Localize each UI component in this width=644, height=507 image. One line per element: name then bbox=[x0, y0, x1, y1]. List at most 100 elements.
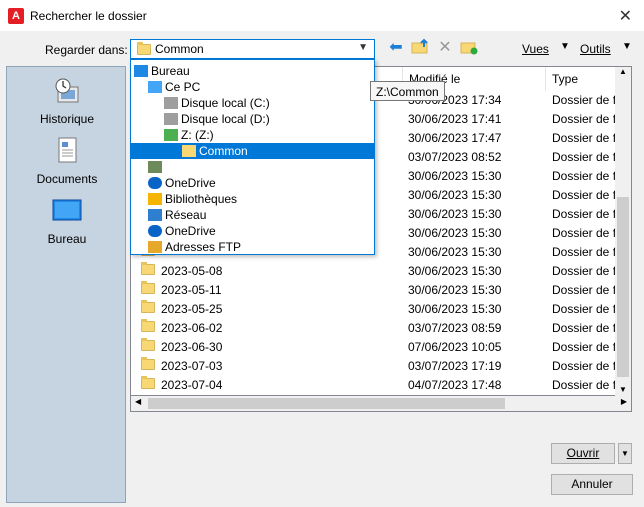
modified-cell: 30/06/2023 15:30 bbox=[408, 169, 502, 183]
modified-cell: 03/07/2023 08:52 bbox=[408, 150, 502, 164]
new-folder-icon[interactable] bbox=[459, 38, 479, 56]
type-cell: Dossier de fi bbox=[552, 283, 615, 297]
folder-icon bbox=[141, 338, 155, 351]
title-bar: A Rechercher le dossier ✕ bbox=[0, 0, 644, 31]
onedrive-icon bbox=[148, 225, 162, 237]
open-button[interactable]: Ouvrir bbox=[551, 443, 615, 464]
back-arrow-icon[interactable]: ⬅ bbox=[386, 38, 406, 56]
dropdown-item[interactable]: OneDrive bbox=[148, 175, 216, 191]
scroll-left-icon[interactable]: ◀ bbox=[135, 397, 141, 406]
dropdown-item-label: Z: (Z:) bbox=[181, 128, 214, 142]
dropdown-item[interactable]: Réseau bbox=[148, 207, 206, 223]
modified-cell: 30/06/2023 15:30 bbox=[408, 264, 502, 278]
place-documents[interactable]: Documents bbox=[7, 137, 127, 186]
dropdown-item-label: Common bbox=[199, 144, 248, 158]
cancel-button[interactable]: Annuler bbox=[551, 474, 633, 495]
new-folder-icon-svg bbox=[460, 42, 478, 55]
file-name: 2023-05-11 bbox=[161, 283, 222, 297]
scroll-thumb[interactable] bbox=[148, 398, 505, 409]
file-name-cell: 2023-06-30 bbox=[137, 338, 397, 357]
folder-icon bbox=[141, 300, 155, 313]
places-bar: Historique Documents Bureau bbox=[6, 66, 126, 503]
file-name: 2023-05-25 bbox=[161, 302, 223, 316]
file-name-cell: 2023-05-11 bbox=[137, 281, 397, 300]
file-name: 2023-06-30 bbox=[161, 340, 223, 354]
ftp-icon bbox=[148, 241, 162, 253]
dropdown-item[interactable]: Disque local (C:) bbox=[164, 95, 270, 111]
folder-icon bbox=[141, 357, 155, 370]
modified-cell: 30/06/2023 17:47 bbox=[408, 131, 502, 145]
place-label: Documents bbox=[36, 172, 98, 186]
file-name-cell: 2023-05-25 bbox=[137, 300, 397, 319]
table-row[interactable]: 2023-05-25 30/06/2023 15:30 Dossier de fi bbox=[131, 300, 615, 319]
table-row[interactable]: 2023-07-04 04/07/2023 17:48 Dossier de fi bbox=[131, 376, 615, 395]
dropdown-item[interactable]: Ce PC bbox=[148, 79, 200, 95]
dropdown-item[interactable] bbox=[148, 159, 165, 175]
place-label: Historique bbox=[39, 112, 95, 126]
drive-icon bbox=[164, 97, 178, 109]
views-chevron-down-icon[interactable]: ▼ bbox=[560, 41, 570, 52]
type-cell: Dossier de fi bbox=[552, 321, 615, 335]
type-cell: Dossier de fi bbox=[552, 150, 615, 164]
scroll-right-icon[interactable]: ▶ bbox=[621, 397, 627, 406]
views-button[interactable]: Vues bbox=[522, 42, 549, 56]
dropdown-item[interactable]: Adresses FTP bbox=[148, 239, 241, 255]
onedrive-icon bbox=[148, 177, 162, 189]
dropdown-item[interactable]: OneDrive bbox=[148, 223, 216, 239]
desktop-icon bbox=[52, 199, 82, 221]
dropdown-item[interactable]: Bibliothèques bbox=[148, 191, 237, 207]
type-cell: Dossier de fi bbox=[552, 112, 615, 126]
table-row[interactable]: 2023-06-30 07/06/2023 10:05 Dossier de fi bbox=[131, 338, 615, 357]
modified-cell: 30/06/2023 15:30 bbox=[408, 207, 502, 221]
lookin-combo[interactable]: Common ▼ bbox=[130, 39, 375, 59]
folder-icon bbox=[141, 376, 155, 389]
dropdown-item-label: Adresses FTP bbox=[165, 240, 242, 254]
type-cell: Dossier de fi bbox=[552, 169, 615, 183]
table-row[interactable]: 2023-05-08 30/06/2023 15:30 Dossier de fi bbox=[131, 262, 615, 281]
lookin-dropdown-list[interactable]: Bureau Ce PC Disque local (C:) Disque local… bbox=[130, 59, 375, 255]
table-row[interactable]: 2023-05-11 30/06/2023 15:30 Dossier de fi bbox=[131, 281, 615, 300]
lookin-value: Common bbox=[155, 42, 204, 56]
table-row[interactable]: 2023-06-02 03/07/2023 08:59 Dossier de fi bbox=[131, 319, 615, 338]
open-options-chevron-down-icon[interactable]: ▼ bbox=[618, 443, 632, 464]
dropdown-item-label: Bibliothèques bbox=[165, 192, 238, 206]
scroll-thumb[interactable] bbox=[617, 197, 629, 377]
type-cell: Dossier de fi bbox=[552, 188, 615, 202]
file-name-cell: 2023-07-03 bbox=[137, 357, 397, 376]
delete-icon[interactable]: ✕ bbox=[435, 38, 455, 56]
scroll-up-icon[interactable]: ▲ bbox=[615, 67, 631, 76]
dropdown-item[interactable]: Common bbox=[131, 143, 374, 159]
up-folder-icon[interactable] bbox=[410, 38, 430, 56]
tools-button[interactable]: Outils bbox=[580, 42, 611, 56]
chevron-down-icon[interactable]: ▼ bbox=[358, 42, 368, 53]
folder-icon bbox=[141, 281, 155, 294]
dropdown-item-label: OneDrive bbox=[165, 224, 216, 238]
close-icon[interactable]: ✕ bbox=[619, 6, 632, 26]
place-desktop[interactable]: Bureau bbox=[7, 197, 127, 246]
file-name: 2023-07-03 bbox=[161, 359, 223, 373]
table-row[interactable]: 2023-07-03 03/07/2023 17:19 Dossier de fi bbox=[131, 357, 615, 376]
modified-cell: 30/06/2023 15:30 bbox=[408, 245, 502, 259]
place-label: Bureau bbox=[47, 232, 87, 246]
dropdown-item[interactable]: Z: (Z:) bbox=[164, 127, 214, 143]
type-cell: Dossier de fi bbox=[552, 131, 615, 145]
drive-icon bbox=[164, 113, 178, 125]
user-icon bbox=[148, 161, 162, 173]
network-icon bbox=[148, 209, 162, 221]
dropdown-item[interactable]: Bureau bbox=[134, 63, 190, 79]
horizontal-scrollbar[interactable]: ◀ ▶ bbox=[130, 396, 632, 412]
tools-chevron-down-icon[interactable]: ▼ bbox=[622, 41, 632, 52]
scroll-down-icon[interactable]: ▼ bbox=[619, 385, 627, 394]
modified-cell: 07/06/2023 10:05 bbox=[408, 340, 502, 354]
dropdown-item-label: Disque local (D:) bbox=[181, 112, 270, 126]
modified-cell: 30/06/2023 17:41 bbox=[408, 112, 502, 126]
folder-icon bbox=[137, 41, 151, 55]
dropdown-item[interactable]: Disque local (D:) bbox=[164, 111, 270, 127]
vertical-scrollbar[interactable]: ▲ ▼ bbox=[615, 67, 631, 396]
type-cell: Dossier de fi bbox=[552, 226, 615, 240]
dropdown-item-label: Réseau bbox=[165, 208, 207, 222]
dropdown-item-label: Disque local (C:) bbox=[181, 96, 270, 110]
place-history[interactable]: Historique bbox=[7, 77, 127, 126]
folder-icon bbox=[141, 262, 155, 275]
modified-cell: 03/07/2023 08:59 bbox=[408, 321, 502, 335]
